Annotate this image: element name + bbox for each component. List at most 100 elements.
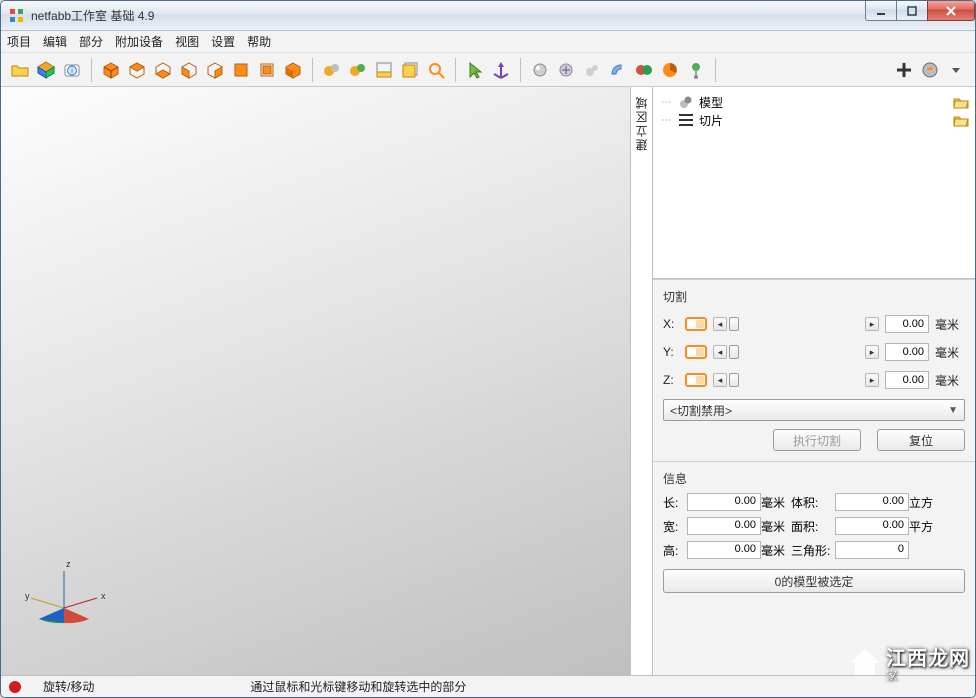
part-node-icon[interactable] (683, 57, 709, 83)
add-part-icon[interactable] (33, 57, 59, 83)
move-axes-icon[interactable] (488, 57, 514, 83)
zoom-icon[interactable] (423, 57, 449, 83)
cut-y-dec-button[interactable]: ◂ (713, 345, 727, 359)
status-bar: 旋转/移动 通过鼠标和光标键移动和旋转选中的部分 (1, 675, 975, 697)
two-spheres-icon[interactable] (631, 57, 657, 83)
open-folder-icon[interactable] (7, 57, 33, 83)
more-caret-icon[interactable] (943, 57, 969, 83)
cut-x-unit: 毫米 (935, 316, 965, 333)
info-area-unit: 平方 (909, 518, 939, 535)
tree-node-slices[interactable]: ⋯ 切片 (659, 111, 969, 129)
cube-right-icon[interactable] (202, 57, 228, 83)
cut-z-slider[interactable] (729, 373, 739, 387)
minimize-button[interactable] (865, 1, 897, 21)
cube-shaded-icon[interactable] (280, 57, 306, 83)
cut-z-unit: 毫米 (935, 372, 965, 389)
cut-y-slider[interactable] (729, 345, 739, 359)
menu-edit[interactable]: 编辑 (43, 33, 67, 50)
info-volume-label: 体积: (791, 494, 835, 511)
analyse-icon[interactable] (917, 57, 943, 83)
cube-back-icon[interactable] (254, 57, 280, 83)
cut-z-dec-button[interactable]: ◂ (713, 373, 727, 387)
sphere-swap-icon[interactable] (553, 57, 579, 83)
info-length-label: 长: (663, 494, 687, 511)
cut-y-label: Y: (663, 345, 679, 359)
cube-top-icon[interactable] (124, 57, 150, 83)
cut-y-value-field[interactable] (885, 343, 929, 361)
repair-plus-icon[interactable] (891, 57, 917, 83)
shell-icon[interactable] (605, 57, 631, 83)
cut-mode-select[interactable]: <切割禁用> ▼ (663, 399, 965, 421)
viewport-wrap: x y z 建立区域 (1, 87, 653, 675)
info-length-unit: 毫米 (761, 494, 791, 511)
status-hint: 通过鼠标和光标键移动和旋转选中的部分 (250, 678, 466, 695)
viewport-3d[interactable]: x y z (1, 87, 631, 675)
cut-row-z: Z: ◂ ▸ 毫米 (663, 367, 965, 393)
pie-icon[interactable] (657, 57, 683, 83)
tree-expander-icon[interactable]: ⋯ (659, 97, 673, 108)
tree-node-models[interactable]: ⋯ 模型 (659, 93, 969, 111)
context-tab[interactable]: 建立区域 (631, 87, 653, 675)
cut-y-inc-button[interactable]: ▸ (865, 345, 879, 359)
context-tab-label: 建立区域 (633, 95, 650, 151)
info-height-value: 0.00 (687, 541, 761, 559)
menu-extras[interactable]: 附加设备 (115, 33, 163, 50)
cube-front-icon[interactable] (228, 57, 254, 83)
cut-title: 切割 (663, 288, 965, 305)
toolbar-sep (312, 58, 313, 82)
tree-expander-icon[interactable]: ⋯ (659, 115, 673, 126)
cut-z-value-field[interactable] (885, 371, 929, 389)
sphere-green-icon[interactable] (345, 57, 371, 83)
toolbar: i (1, 53, 975, 87)
info-area-value: 0.00 (835, 517, 909, 535)
cut-x-dec-button[interactable]: ◂ (713, 317, 727, 331)
cut-y-unit: 毫米 (935, 344, 965, 361)
menu-part[interactable]: 部分 (79, 33, 103, 50)
cut-y-toggle[interactable] (685, 345, 707, 359)
cube-bottom-icon[interactable] (150, 57, 176, 83)
cut-mode-value: <切割禁用> (670, 402, 732, 419)
info-width-value: 0.00 (687, 517, 761, 535)
execute-cut-button[interactable]: 执行切割 (773, 429, 861, 451)
cube-left-icon[interactable] (176, 57, 202, 83)
spheres-icon[interactable] (319, 57, 345, 83)
tree-node-label: 模型 (699, 94, 723, 111)
reset-cut-button[interactable]: 复位 (877, 429, 965, 451)
main-area: x y z 建立区域 ⋯ 模型 ⋯ (1, 87, 975, 675)
folder-open-icon[interactable] (953, 95, 969, 109)
cut-z-toggle[interactable] (685, 373, 707, 387)
menu-project[interactable]: 项目 (7, 33, 31, 50)
info-title: 信息 (663, 470, 965, 487)
toolbar-sep (520, 58, 521, 82)
menu-view[interactable]: 视图 (175, 33, 199, 50)
cut-x-toggle[interactable] (685, 317, 707, 331)
cut-x-slider[interactable] (729, 317, 739, 331)
cube-iso-icon[interactable] (98, 57, 124, 83)
window-buttons (866, 1, 975, 21)
project-info-icon[interactable]: i (59, 57, 85, 83)
sphere-grey-icon[interactable] (527, 57, 553, 83)
close-button[interactable] (927, 1, 975, 21)
chevron-down-icon: ▼ (948, 405, 958, 416)
cursor-icon[interactable] (462, 57, 488, 83)
menu-help[interactable]: 帮助 (247, 33, 271, 50)
info-triangles-label: 三角形: (791, 542, 835, 559)
maximize-button[interactable] (896, 1, 928, 21)
folder-open-icon[interactable] (953, 113, 969, 127)
project-tree[interactable]: ⋯ 模型 ⋯ 切片 (653, 87, 975, 279)
cut-x-inc-button[interactable]: ▸ (865, 317, 879, 331)
app-window: netfabb工作室 基础 4.9 项目 编辑 部分 附加设备 视图 设置 帮助… (0, 0, 976, 698)
info-height-label: 高: (663, 542, 687, 559)
platform-box-icon[interactable] (371, 57, 397, 83)
axis-gizmo-icon: x y z (19, 553, 109, 633)
cut-x-value-field[interactable] (885, 315, 929, 333)
toolbar-sep (455, 58, 456, 82)
selection-status-button[interactable]: 0的模型被选定 (663, 569, 965, 593)
cut-z-inc-button[interactable]: ▸ (865, 373, 879, 387)
cut-row-x: X: ◂ ▸ 毫米 (663, 311, 965, 337)
platform-stack-icon[interactable] (397, 57, 423, 83)
sphere-multi-icon[interactable] (579, 57, 605, 83)
axis-z-label: z (66, 559, 71, 569)
menu-settings[interactable]: 设置 (211, 33, 235, 50)
info-width-unit: 毫米 (761, 518, 791, 535)
